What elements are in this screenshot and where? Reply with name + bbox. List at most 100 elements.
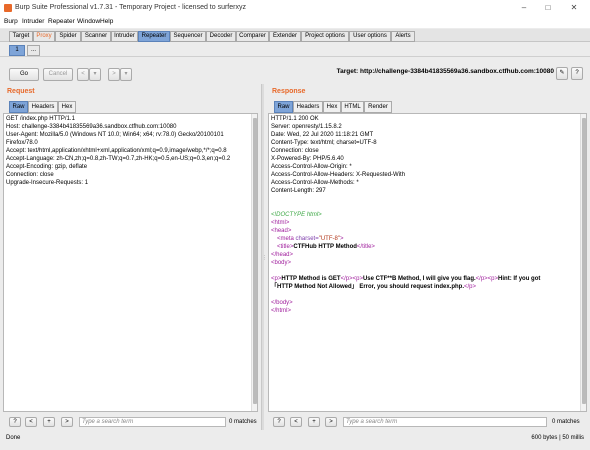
status-bar: Done 600 bytes | 50 millis	[0, 434, 590, 444]
edit-target-icon[interactable]: ✎	[556, 67, 568, 80]
request-line: Accept-Language: zh-CN,zh;q=0.8,zh-TW;q=…	[6, 156, 231, 162]
main-tab-bar: Target Proxy Spider Scanner Intruder Rep…	[0, 29, 590, 42]
request-tab-raw[interactable]: Raw	[9, 101, 28, 113]
request-prev-match-button[interactable]: <	[25, 417, 37, 427]
response-header-line: Content-Type: text/html; charset=UTF-8	[271, 140, 377, 146]
request-add-button[interactable]: +	[43, 417, 55, 427]
head-open-tag: <head>	[271, 228, 292, 234]
status-text: Done	[6, 435, 21, 441]
title-line: <title>CTFHub HTTP Method</title>	[277, 244, 375, 250]
html-doctype: <!DOCTYPE html>	[271, 212, 322, 218]
request-scroll-thumb[interactable]	[253, 118, 257, 404]
menu-help[interactable]: Help	[100, 18, 113, 25]
response-header-line: Access-Control-Allow-Methods: *	[271, 180, 359, 186]
window-title: Burp Suite Professional v1.7.31 - Tempor…	[15, 4, 246, 11]
back-button[interactable]: <	[77, 68, 89, 81]
response-next-match-button[interactable]: >	[325, 417, 337, 427]
response-header-line: Content-Length: 297	[271, 188, 326, 194]
response-tab-headers[interactable]: Headers	[293, 101, 323, 113]
tab-spider[interactable]: Spider	[55, 31, 81, 42]
tab-extender[interactable]: Extender	[269, 31, 301, 42]
tab-scanner[interactable]: Scanner	[81, 31, 111, 42]
response-tab-render[interactable]: Render	[364, 101, 392, 113]
html-open-tag: <html>	[271, 220, 290, 226]
body-close-tag: </body>	[271, 300, 293, 306]
tab-user-options[interactable]: User options	[349, 31, 391, 42]
body-open-tag: <body>	[271, 260, 292, 266]
menu-bar: Burp Intruder Repeater Window Help	[0, 17, 590, 28]
response-header-line: Access-Control-Allow-Headers: X-Requeste…	[271, 172, 406, 178]
response-tab-html[interactable]: HTML	[341, 101, 364, 113]
request-line: Accept: text/html,application/xhtml+xml,…	[6, 148, 227, 154]
request-next-match-button[interactable]: >	[61, 417, 73, 427]
request-tab-hex[interactable]: Hex	[58, 101, 76, 113]
request-line: GET /index.php HTTP/1.1	[6, 116, 75, 122]
tab-project-options[interactable]: Project options	[301, 31, 349, 42]
request-tab-headers[interactable]: Headers	[28, 101, 58, 113]
response-header-line: Connection: close	[271, 148, 319, 154]
request-search-input[interactable]: Type a search term	[79, 417, 226, 427]
cancel-button[interactable]: Cancel	[43, 68, 73, 81]
request-line: Firefox/78.0	[6, 140, 38, 146]
subtab-new[interactable]: ...	[27, 45, 40, 56]
subtab-1[interactable]: 1	[9, 45, 25, 56]
tab-repeater[interactable]: Repeater	[138, 31, 170, 42]
response-header-line: Server: openresty/1.15.8.2	[271, 124, 342, 130]
response-stats: 600 bytes | 50 millis	[531, 435, 584, 441]
go-button[interactable]: Go	[9, 68, 39, 81]
tab-sequencer[interactable]: Sequencer	[170, 31, 206, 42]
splitter-grip-icon[interactable]: ⋮	[262, 255, 267, 261]
response-header-line: X-Powered-By: PHP/5.6.40	[271, 156, 344, 162]
request-match-count: 0 matches	[229, 419, 257, 425]
response-tab-hex[interactable]: Hex	[323, 101, 341, 113]
tab-intruder[interactable]: Intruder	[111, 31, 138, 42]
menu-burp[interactable]: Burp	[4, 18, 18, 25]
request-scrollbar[interactable]	[251, 114, 257, 411]
tab-proxy[interactable]: Proxy	[33, 31, 55, 42]
tab-decoder[interactable]: Decoder	[206, 31, 236, 42]
response-help-button[interactable]: ?	[273, 417, 285, 427]
response-add-button[interactable]: +	[308, 417, 320, 427]
request-line: Host: challenge-3384b41835569a36.sandbox…	[6, 124, 177, 130]
head-close-tag: </head>	[271, 252, 294, 258]
response-header-line: Access-Control-Allow-Origin: *	[271, 164, 352, 170]
response-heading: Response	[272, 88, 306, 95]
paragraph-line: <p>HTTP Method is GET</p><p>Use CTF**B M…	[271, 276, 541, 282]
close-icon[interactable]: ✕	[564, 2, 584, 14]
html-close-tag: </html>	[271, 308, 292, 314]
response-editor[interactable]: HTTP/1.1 200 OK Server: openresty/1.15.8…	[268, 113, 587, 412]
title-bar: Burp Suite Professional v1.7.31 - Tempor…	[0, 0, 590, 17]
response-header-line: Date: Wed, 22 Jul 2020 11:18:21 GMT	[271, 132, 374, 138]
response-search-input[interactable]: Type a search term	[343, 417, 547, 427]
response-tab-raw[interactable]: Raw	[274, 101, 293, 113]
request-help-button[interactable]: ?	[9, 417, 21, 427]
request-line: Connection: close	[6, 172, 54, 178]
request-heading: Request	[7, 88, 35, 95]
target-label: Target: http://challenge-3384b41835569a3…	[336, 68, 554, 75]
back-dropdown-icon[interactable]: ▾	[89, 68, 101, 81]
minimize-icon[interactable]: –	[514, 2, 534, 14]
meta-line: <meta charset="UTF-8">	[277, 236, 344, 242]
tab-comparer[interactable]: Comparer	[236, 31, 269, 42]
response-match-count: 0 matches	[552, 419, 580, 425]
forward-button[interactable]: >	[108, 68, 120, 81]
request-line: Upgrade-Insecure-Requests: 1	[6, 180, 89, 186]
burp-logo-icon	[4, 4, 12, 12]
forward-dropdown-icon[interactable]: ▾	[120, 68, 132, 81]
menu-window[interactable]: Window	[77, 18, 100, 25]
response-scrollbar[interactable]	[580, 114, 586, 411]
tab-alerts[interactable]: Alerts	[391, 31, 415, 42]
request-editor[interactable]: GET /index.php HTTP/1.1 Host: challenge-…	[3, 113, 258, 412]
tab-target[interactable]: Target	[9, 31, 33, 42]
menu-intruder[interactable]: Intruder	[22, 18, 44, 25]
maximize-icon[interactable]: □	[538, 2, 558, 14]
paragraph-line-continued: 「HTTP Method Not Allowed」 Error, you sho…	[271, 284, 477, 290]
help-icon[interactable]: ?	[571, 67, 583, 80]
request-line: Accept-Encoding: gzip, deflate	[6, 164, 88, 170]
response-prev-match-button[interactable]: <	[290, 417, 302, 427]
response-scroll-thumb[interactable]	[582, 118, 586, 404]
menu-repeater[interactable]: Repeater	[48, 18, 75, 25]
request-line: User-Agent: Mozilla/5.0 (Windows NT 10.0…	[6, 132, 224, 138]
repeater-subtab-bar: 1 ...	[0, 43, 590, 57]
response-header-line: HTTP/1.1 200 OK	[271, 116, 319, 122]
